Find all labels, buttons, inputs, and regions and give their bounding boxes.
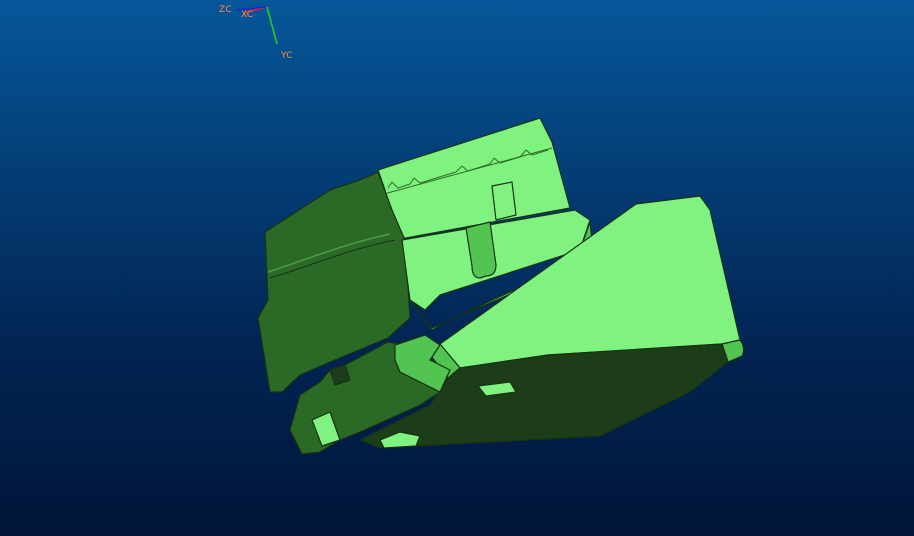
cad-graphics-viewport[interactable]: ZC XC YC [0,0,914,536]
upright-tab [491,181,517,221]
3d-part-model[interactable] [0,0,914,536]
